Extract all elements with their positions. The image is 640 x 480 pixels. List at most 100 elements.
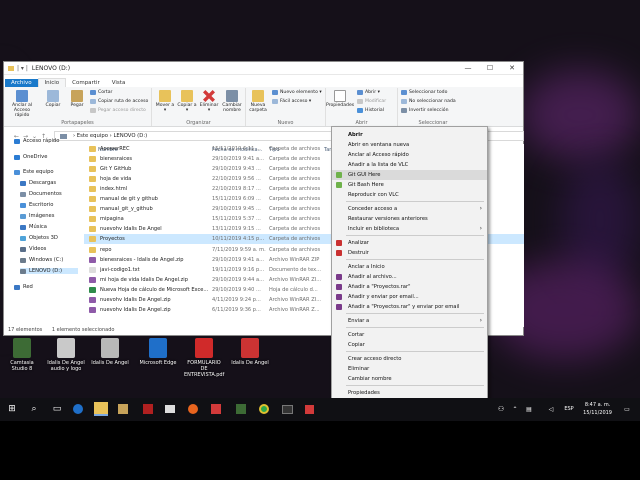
menu-item-cambiar-nombre[interactable]: Cambiar nombre	[332, 374, 487, 384]
desktop-icon[interactable]: Microsoft Edge	[138, 338, 178, 366]
nav-item-acceso-r-pido[interactable]: Acceso rápido	[14, 138, 59, 144]
menu-item-anclar-a-inicio[interactable]: Anclar a Inicio	[332, 262, 487, 272]
tab-archivo[interactable]: Archivo	[5, 79, 38, 87]
desktop-icon[interactable]: FORMULARIO DE ENTREVISTA.pdf	[184, 338, 224, 378]
rename-button[interactable]: Cambiar nombre	[220, 90, 244, 113]
rename-label: Cambiar nombre	[222, 103, 242, 113]
menu-item-analizar[interactable]: Analizar	[332, 238, 487, 248]
menu-item-cortar[interactable]: Cortar	[332, 330, 487, 340]
tab-compartir[interactable]: Compartir	[66, 79, 106, 87]
menu-item-git-bash-here[interactable]: Git Bash Here	[332, 180, 487, 190]
menu-item-a-adir-a-la-lista-de-vlc[interactable]: Añadir a la lista de VLC	[332, 160, 487, 170]
notifications-icon[interactable]: ▭	[620, 402, 634, 416]
copy-button[interactable]: Copiar	[42, 90, 64, 108]
nav-item-v-deos[interactable]: Vídeos	[20, 246, 46, 252]
menu-item-restaurar-versiones-anteriores[interactable]: Restaurar versiones anteriores	[332, 214, 487, 224]
cut-button[interactable]: Cortar	[90, 90, 112, 95]
firefox-icon[interactable]	[188, 404, 198, 414]
nav-item-lenovo-d-[interactable]: LENOVO (D:)	[20, 268, 78, 274]
close-button[interactable]: ✕	[501, 62, 523, 75]
start-button[interactable]: ⊞	[5, 402, 19, 416]
nav-item-documentos[interactable]: Documentos	[20, 191, 62, 197]
move-to-button[interactable]: Mover a ▾	[154, 90, 176, 113]
tray-chevron-icon[interactable]: ⌃	[508, 402, 522, 416]
menu-item-abrir-en-ventana-nueva[interactable]: Abrir en ventana nueva	[332, 140, 487, 150]
new-folder-button[interactable]: Nueva carpeta	[246, 90, 270, 113]
file-explorer-taskbar-icon[interactable]	[94, 402, 108, 416]
minimize-button[interactable]: —	[457, 62, 479, 75]
copy-to-button[interactable]: Copiar a ▾	[176, 90, 198, 113]
file-type: Archivo WinRAR ZI...	[269, 276, 322, 283]
menu-item-a-adir-a-proyectos-rar[interactable]: Añadir a "Proyectos.rar"	[332, 282, 487, 292]
clock[interactable]: 8:47 a. m. 15/11/2019	[583, 401, 612, 417]
menu-item-a-adir-y-enviar-por-email[interactable]: Añadir y enviar por email...	[332, 292, 487, 302]
nav-item-descargas[interactable]: Descargas	[20, 180, 56, 186]
submenu-chevron-icon: ›	[479, 205, 482, 213]
menu-item-crear-acceso-directo[interactable]: Crear acceso directo	[332, 354, 487, 364]
search-button[interactable]: ⌕	[27, 402, 41, 416]
easy-access-button[interactable]: Fácil acceso ▾	[272, 99, 311, 104]
edit-button[interactable]: Modificar	[357, 99, 386, 104]
people-icon[interactable]: ⚇	[494, 402, 508, 416]
menu-item-enviar-a[interactable]: Enviar a ›	[332, 316, 487, 326]
recorder-icon[interactable]	[305, 405, 314, 414]
menu-item-abrir[interactable]: Abrir	[332, 130, 487, 140]
nav-item-im-genes[interactable]: Imágenes	[20, 213, 54, 219]
nav-item-escritorio[interactable]: Escritorio	[20, 202, 53, 208]
volume-icon[interactable]: ◁	[544, 402, 558, 416]
tab-vista[interactable]: Vista	[106, 79, 132, 87]
menu-item-propiedades[interactable]: Propiedades	[332, 388, 487, 398]
terminal-icon[interactable]	[282, 405, 293, 414]
nav-item-m-sica[interactable]: Música	[20, 224, 47, 230]
antivirus-icon[interactable]	[143, 404, 153, 414]
quick-access-toolbar[interactable]: | ▾ |	[17, 65, 28, 72]
menu-item-label: Añadir a "Proyectos.rar"	[348, 284, 411, 291]
menu-item-destruir[interactable]: Destruir	[332, 248, 487, 258]
menu-item-incluir-en-biblioteca[interactable]: Incluir en biblioteca ›	[332, 224, 487, 234]
select-none-button[interactable]: No seleccionar nada	[401, 99, 456, 104]
nav-item-este-equipo[interactable]: Este equipo	[14, 169, 54, 175]
nav-item-objetos-3d[interactable]: Objetos 3D	[20, 235, 58, 241]
copy-path-button[interactable]: Copiar ruta de acceso	[90, 99, 148, 104]
pin-quick-access-button[interactable]: Anclar al Acceso rápido	[6, 90, 38, 118]
properties-button[interactable]: Propiedades	[326, 90, 354, 108]
delete-button[interactable]: Eliminar ▾	[198, 90, 220, 113]
menu-item-a-adir-a-proyectos-rar-y-enviar-por-email[interactable]: Añadir a "Proyectos.rar" y enviar por em…	[332, 302, 487, 312]
network-icon[interactable]: ▤	[522, 402, 536, 416]
nav-item-windows-c-[interactable]: Windows (C:)	[20, 257, 63, 263]
store-icon[interactable]	[118, 404, 128, 414]
menu-item-copiar[interactable]: Copiar	[332, 340, 487, 350]
tab-inicio[interactable]: Inicio	[37, 78, 67, 87]
camtasia-taskbar-icon[interactable]	[236, 404, 246, 414]
menu-item-reproducir-con-vlc[interactable]: Reproducir con VLC	[332, 190, 487, 200]
menu-item-git-gui-here[interactable]: Git GUI Here	[332, 170, 487, 181]
maximize-button[interactable]: ☐	[479, 62, 501, 75]
nav-item-onedrive[interactable]: OneDrive	[14, 154, 47, 160]
edge-icon[interactable]	[73, 404, 83, 414]
chrome-icon[interactable]	[259, 404, 269, 414]
history-button[interactable]: Historial	[357, 108, 384, 113]
desktop-icon[interactable]: Camtasia Studio 8	[2, 338, 42, 372]
desktop-icon[interactable]: Idalis De Angel audio y logo	[46, 338, 86, 372]
nav-icon	[20, 180, 26, 186]
menu-item-label: Destruir	[348, 250, 369, 257]
menu-item-a-adir-al-archivo[interactable]: Añadir al archivo...	[332, 272, 487, 282]
desktop-icon[interactable]: Idalis De Angel	[230, 338, 270, 366]
file-type: Carpeta de archivos	[269, 146, 321, 152]
nav-item-red[interactable]: Red	[14, 284, 33, 290]
open-button[interactable]: Abrir ▾	[357, 90, 380, 95]
select-all-button[interactable]: Seleccionar todo	[401, 90, 447, 95]
app-icon[interactable]	[211, 404, 221, 414]
menu-item-conceder-acceso-a[interactable]: Conceder acceso a ›	[332, 204, 487, 214]
menu-item-eliminar[interactable]: Eliminar	[332, 364, 487, 374]
paste-button[interactable]: Pegar	[66, 90, 88, 108]
desktop-icon[interactable]: Idalis De Angel	[90, 338, 130, 366]
paste-shortcut-button[interactable]: Pegar acceso directo	[90, 108, 146, 113]
language-indicator[interactable]: ESP	[562, 402, 576, 416]
new-item-button[interactable]: Nuevo elemento ▾	[272, 90, 322, 95]
folder-icon	[89, 206, 96, 213]
menu-item-anclar-al-acceso-r-pido[interactable]: Anclar al Acceso rápido	[332, 150, 487, 160]
mail-icon[interactable]	[165, 405, 175, 413]
invert-selection-button[interactable]: Invertir selección	[401, 108, 449, 113]
task-view-button[interactable]: ▭	[50, 402, 64, 416]
